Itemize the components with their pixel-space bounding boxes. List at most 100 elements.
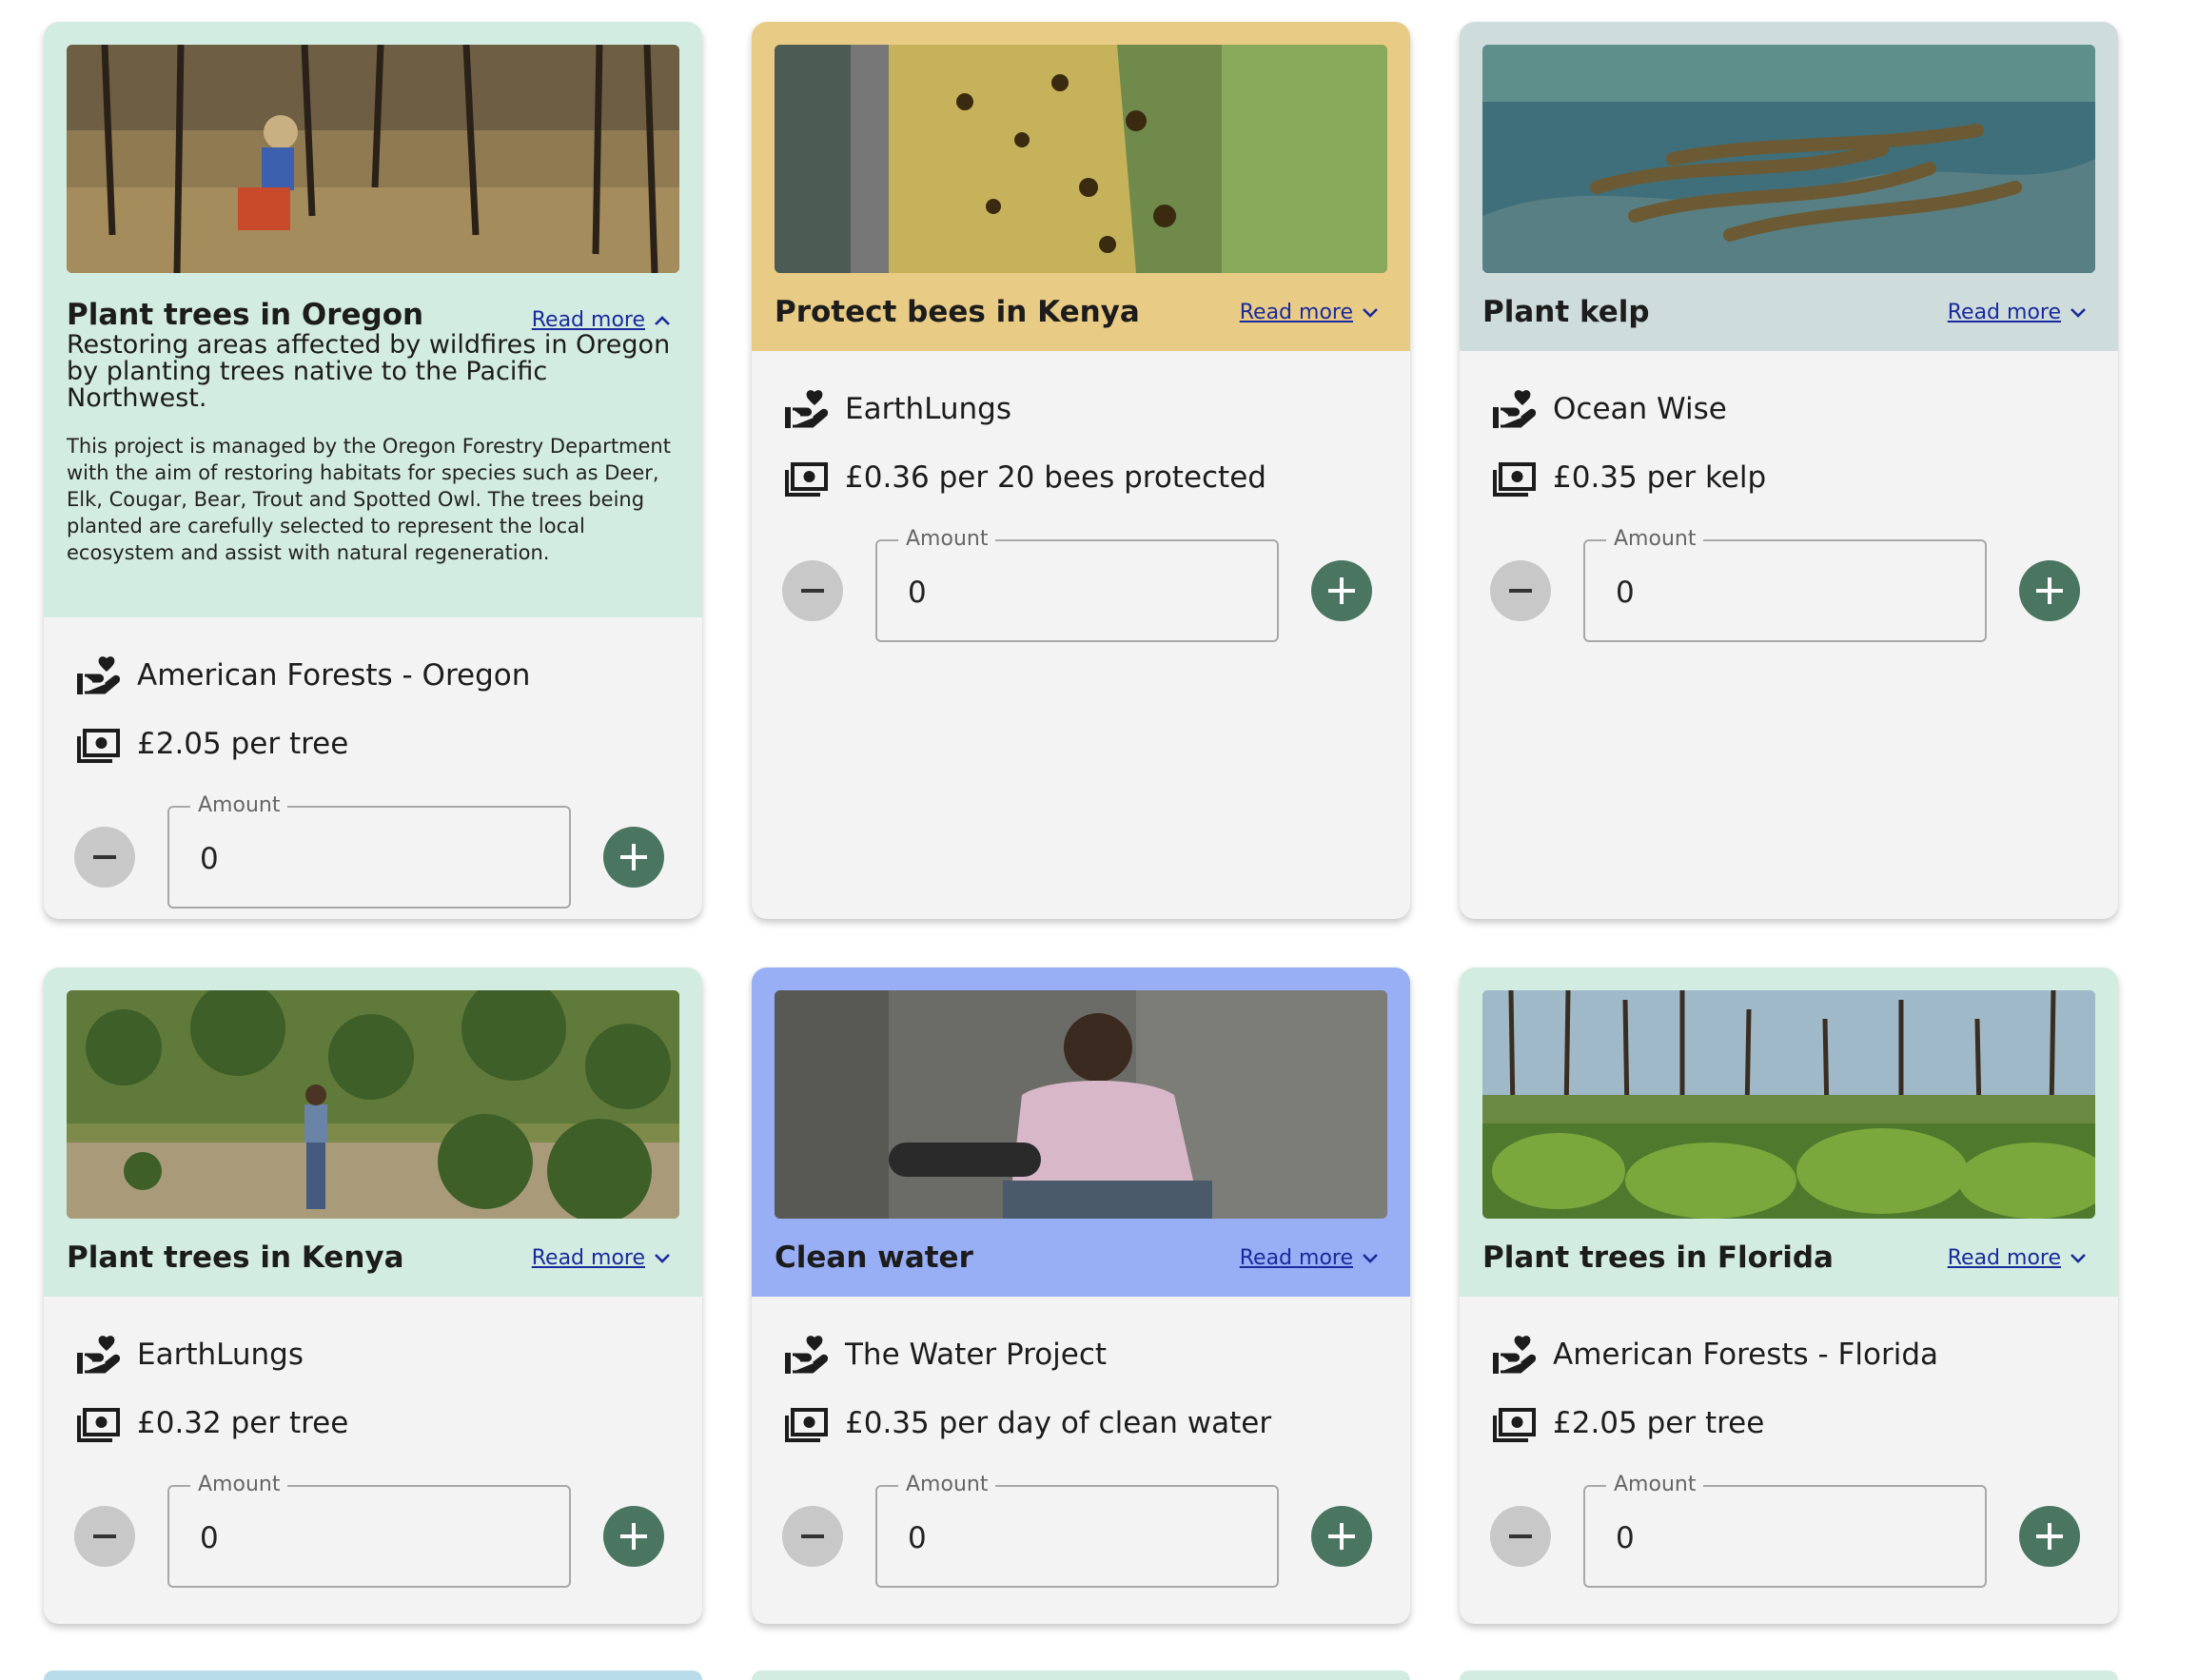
card-title: Protect bees in Kenya	[775, 295, 1140, 329]
organisation-name: EarthLungs	[845, 392, 1011, 426]
organisation-row: The Water Project	[784, 1331, 1387, 1378]
card-title: Plant trees in Florida	[1482, 1240, 1834, 1275]
read-more-label: Read more	[1947, 300, 2061, 324]
amount-field: Amount	[167, 1473, 571, 1588]
amount-label: Amount	[1606, 1473, 1704, 1496]
chevron-down-icon	[2070, 308, 2086, 318]
increase-button[interactable]	[2019, 1506, 2080, 1567]
increase-button[interactable]	[603, 1506, 664, 1567]
hand-heart-icon	[784, 1334, 828, 1376]
amount-field: Amount	[875, 1473, 1279, 1588]
increase-button[interactable]	[2019, 560, 2080, 621]
organisation-row: EarthLungs	[76, 1331, 679, 1378]
read-more-label: Read more	[531, 1245, 645, 1270]
money-icon	[1492, 457, 1536, 498]
plus-icon	[1328, 1523, 1355, 1550]
decrease-button[interactable]	[74, 827, 135, 888]
amount-stepper: Amount	[782, 1473, 1387, 1590]
chevron-down-icon	[2070, 1254, 2086, 1263]
project-image-oregon	[67, 45, 679, 273]
project-card-kelp: Plant kelp Read more Ocean Wise £0.35 pe…	[1460, 22, 2118, 919]
card-header: Plant trees in Kenya Read more	[44, 967, 702, 1297]
read-more-toggle[interactable]: Read more	[532, 308, 672, 332]
amount-stepper: Amount	[74, 1473, 679, 1590]
hand-heart-icon	[784, 388, 828, 430]
money-icon	[784, 1402, 828, 1444]
amount-input[interactable]	[1614, 1514, 1960, 1563]
plus-icon	[2036, 577, 2063, 604]
price-row: £0.36 per 20 bees protected	[784, 454, 1387, 501]
card-header: Plant trees in Florida Read more	[1460, 967, 2118, 1297]
project-card-florida-trees: Plant trees in Florida Read more America…	[1460, 967, 2118, 1624]
title-row: Protect bees in Kenya Read more	[775, 273, 1387, 351]
amount-label: Amount	[190, 1473, 288, 1496]
minus-icon	[1509, 589, 1532, 593]
amount-field: Amount	[1583, 1473, 1987, 1588]
card-title: Plant trees in Kenya	[67, 1240, 404, 1275]
project-details: This project is managed by the Oregon Fo…	[67, 435, 671, 564]
organisation-name: American Forests - Oregon	[137, 658, 531, 693]
decrease-button[interactable]	[1490, 1506, 1551, 1567]
project-image-bees	[775, 45, 1387, 273]
money-icon	[1492, 1402, 1536, 1444]
project-card-oregon: Plant trees in Oregon Read more Restorin…	[44, 22, 702, 919]
chevron-down-icon	[1363, 1254, 1378, 1263]
decrease-button[interactable]	[74, 1506, 135, 1567]
plus-icon	[1328, 577, 1355, 604]
project-card-bees: Protect bees in Kenya Read more EarthLun…	[752, 22, 1410, 919]
read-more-label: Read more	[1947, 1245, 2061, 1270]
price-row: £0.32 per tree	[76, 1399, 679, 1447]
project-image-kenya-trees	[67, 990, 679, 1219]
read-more-label: Read more	[531, 308, 645, 332]
amount-input[interactable]	[906, 1514, 1252, 1563]
price-row: £2.05 per tree	[1492, 1399, 2095, 1447]
organisation-name: American Forests - Florida	[1553, 1338, 1938, 1372]
read-more-toggle[interactable]: Read more	[1240, 301, 1380, 324]
read-more-toggle[interactable]: Read more	[1948, 301, 2088, 324]
card-body: American Forests - Oregon £2.05 per tree…	[44, 617, 702, 910]
next-card-edge	[1460, 1670, 2118, 1680]
decrease-button[interactable]	[782, 560, 843, 621]
amount-input[interactable]	[906, 568, 1252, 617]
price-row: £2.05 per tree	[76, 720, 679, 768]
money-icon	[76, 1402, 120, 1444]
decrease-button[interactable]	[1490, 560, 1551, 621]
chevron-down-icon	[655, 1254, 670, 1263]
increase-button[interactable]	[1311, 560, 1372, 621]
card-body: EarthLungs £0.36 per 20 bees protected A…	[752, 351, 1410, 644]
amount-input[interactable]	[1614, 568, 1960, 617]
organisation-row: American Forests - Florida	[1492, 1331, 2095, 1378]
card-header: Plant trees in Oregon Read more Restorin…	[44, 22, 702, 617]
amount-input[interactable]	[198, 834, 544, 884]
card-body: Ocean Wise £0.35 per kelp Amount	[1460, 351, 2118, 644]
card-header: Protect bees in Kenya Read more	[752, 22, 1410, 351]
amount-label: Amount	[190, 793, 288, 817]
next-card-edge	[752, 1670, 1410, 1680]
title-row: Plant trees in Oregon Read more	[67, 273, 679, 332]
card-title: Plant kelp	[1482, 295, 1650, 329]
organisation-row: Ocean Wise	[1492, 385, 2095, 433]
project-card-kenya-trees: Plant trees in Kenya Read more EarthLung…	[44, 967, 702, 1624]
organisation-name: EarthLungs	[137, 1338, 304, 1372]
chevron-down-icon	[1363, 308, 1378, 318]
decrease-button[interactable]	[782, 1506, 843, 1567]
amount-label: Amount	[1606, 527, 1704, 551]
price-text: £2.05 per tree	[1553, 1406, 1765, 1440]
card-title: Clean water	[775, 1240, 973, 1275]
hand-heart-icon	[76, 1334, 120, 1376]
amount-input[interactable]	[198, 1514, 544, 1563]
increase-button[interactable]	[1311, 1506, 1372, 1567]
amount-field: Amount	[875, 527, 1279, 642]
minus-icon	[93, 1534, 116, 1538]
increase-button[interactable]	[603, 827, 664, 888]
read-more-toggle[interactable]: Read more	[1948, 1246, 2088, 1270]
read-more-toggle[interactable]: Read more	[532, 1246, 672, 1270]
read-more-toggle[interactable]: Read more	[1240, 1246, 1380, 1270]
organisation-name: Ocean Wise	[1553, 392, 1727, 426]
minus-icon	[801, 1534, 824, 1538]
amount-stepper: Amount	[782, 527, 1387, 644]
hand-heart-icon	[1492, 1334, 1536, 1376]
minus-icon	[93, 855, 116, 859]
title-row: Plant trees in Kenya Read more	[67, 1219, 679, 1297]
card-header: Plant kelp Read more	[1460, 22, 2118, 351]
